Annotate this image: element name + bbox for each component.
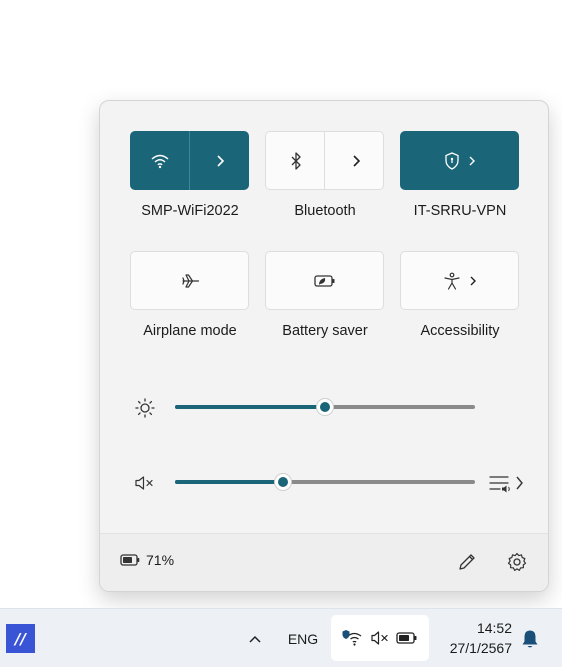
quick-settings-panel: SMP-WiFi2022 Bluetooth IT-SRRU-VPN Airpl… (99, 100, 549, 592)
chevron-right-icon (216, 154, 224, 167)
chevron-up-icon (249, 635, 261, 643)
wifi-tile-label: SMP-WiFi2022 (141, 203, 239, 219)
accessibility-icon (443, 272, 460, 290)
clock-date: 27/1/2567 (449, 640, 512, 656)
battery-percentage: 71% (146, 552, 175, 568)
tile-divider (324, 132, 325, 189)
clock-time: 14:52 (476, 620, 512, 636)
app-logo-icon[interactable]: // (6, 624, 35, 653)
system-tray-status[interactable] (331, 615, 429, 661)
brightness-slider-thumb[interactable] (316, 398, 334, 416)
pencil-icon (459, 554, 475, 570)
vpn-shield-icon (444, 151, 459, 170)
vpn-tile[interactable] (400, 131, 519, 190)
battery-saver-icon (313, 274, 334, 287)
brightness-slider-fill (175, 405, 325, 409)
volume-slider[interactable] (175, 473, 475, 491)
volume-slider-fill (175, 480, 283, 484)
brightness-slider[interactable] (175, 398, 475, 416)
battery-status[interactable]: 71% (120, 552, 174, 568)
battery-saver-tile-label: Battery saver (282, 323, 368, 339)
quick-settings-body: SMP-WiFi2022 Bluetooth IT-SRRU-VPN Airpl… (100, 101, 548, 533)
volume-slider-thumb[interactable] (274, 473, 292, 491)
taskbar: // ENG 14:52 27/1/2567 (0, 608, 562, 667)
volume-muted-button[interactable] (133, 472, 157, 494)
bluetooth-more-button[interactable] (326, 132, 385, 189)
quick-settings-footer: 71% (100, 533, 548, 591)
language-indicator[interactable]: ENG (282, 628, 324, 650)
vpn-tile-label: IT-SRRU-VPN (413, 203, 507, 219)
wifi-toggle[interactable] (130, 131, 189, 190)
chevron-right-icon (469, 156, 475, 165)
sound-output-button[interactable] (487, 471, 525, 495)
clock[interactable]: 14:52 27/1/2567 (438, 618, 512, 658)
accessibility-tile[interactable] (400, 251, 519, 310)
bell-icon (522, 630, 538, 648)
battery-saver-tile[interactable] (265, 251, 384, 310)
notification-button[interactable] (517, 626, 543, 652)
bluetooth-tile[interactable] (265, 131, 384, 190)
settings-button[interactable] (501, 546, 533, 578)
chevron-right-icon (352, 154, 360, 167)
wifi-icon (151, 154, 168, 168)
wifi-more-button[interactable] (190, 131, 249, 190)
bluetooth-tile-label: Bluetooth (294, 203, 356, 219)
brightness-icon (134, 397, 156, 419)
battery-icon (396, 632, 417, 644)
bluetooth-icon (291, 151, 301, 170)
airplane-mode-tile[interactable] (130, 251, 249, 310)
gear-icon (507, 552, 527, 571)
bluetooth-toggle[interactable] (266, 132, 325, 189)
wifi-tile[interactable] (130, 131, 249, 190)
volume-muted-icon (135, 476, 153, 490)
airplane-icon (181, 273, 199, 288)
chevron-right-icon (470, 276, 476, 285)
edit-quick-settings-button[interactable] (451, 546, 483, 578)
show-hidden-icons-button[interactable] (242, 626, 268, 652)
airplane-mode-tile-label: Airplane mode (143, 323, 237, 339)
battery-icon (120, 554, 140, 566)
vpn-wifi-icon (342, 630, 362, 646)
sound-output-icon (489, 476, 523, 493)
accessibility-tile-label: Accessibility (420, 323, 500, 339)
volume-muted-icon (371, 631, 388, 645)
